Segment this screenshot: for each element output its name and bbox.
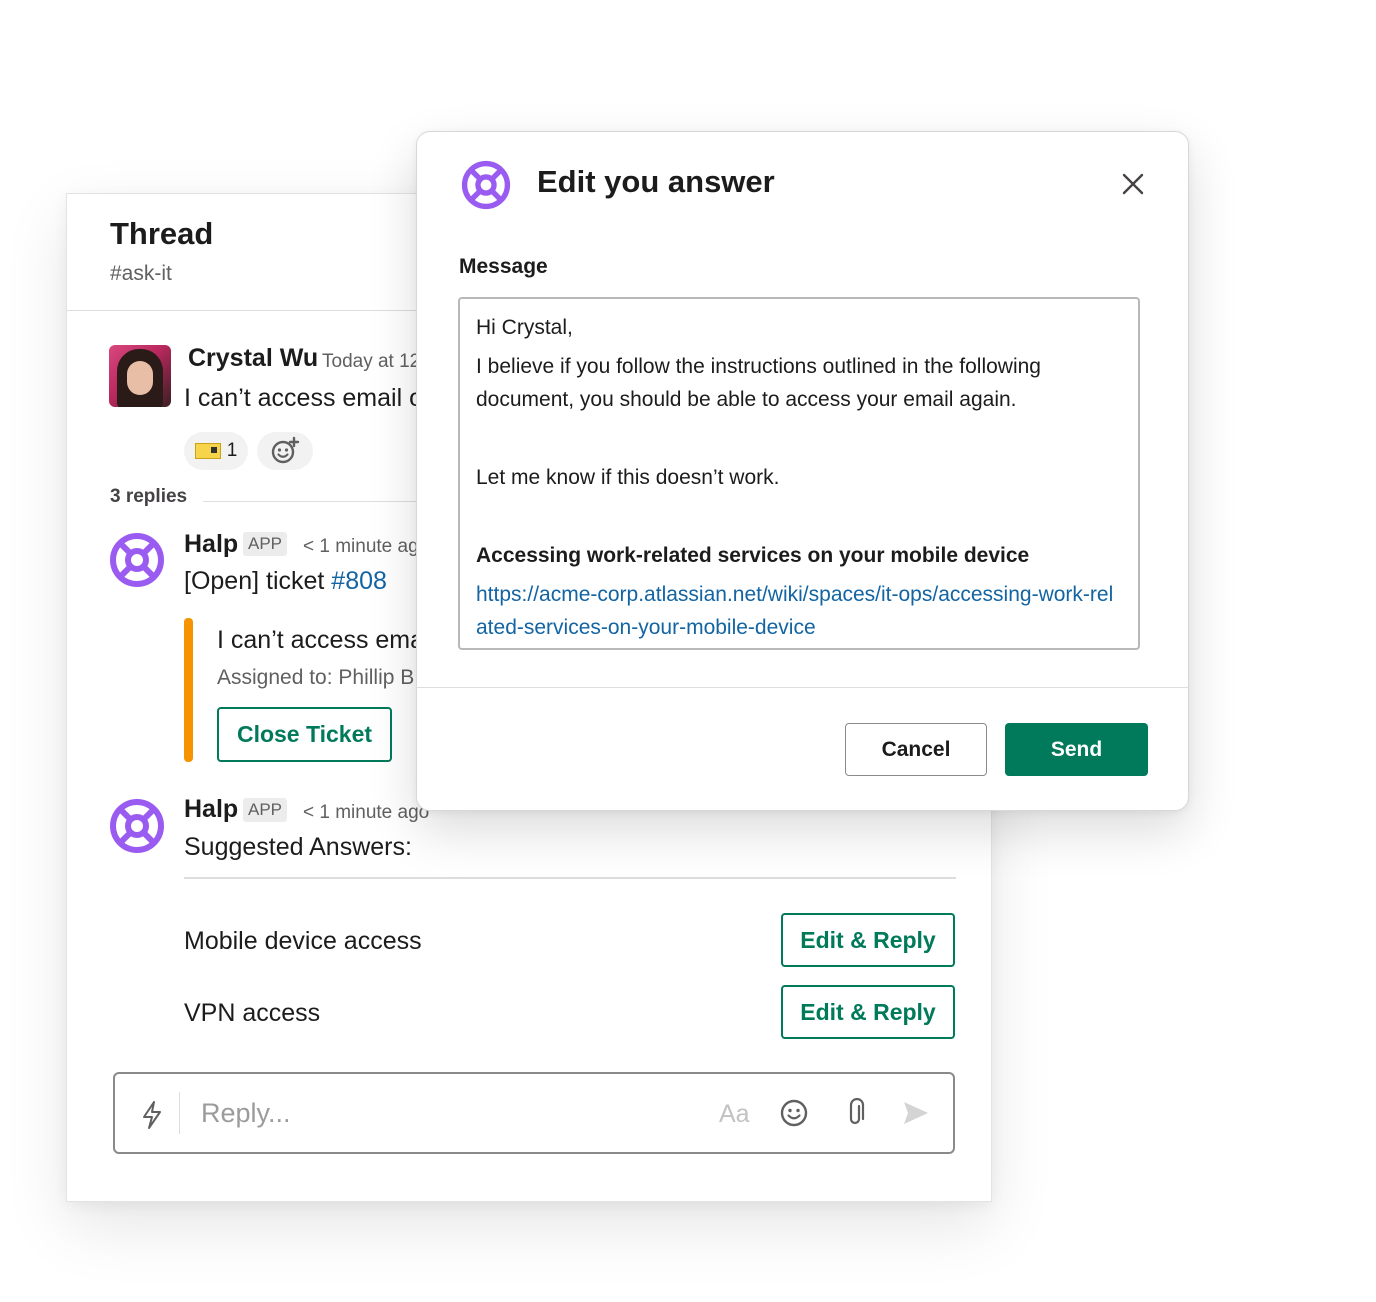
ticket-assignee: Assigned to: Phillip B: [217, 666, 415, 689]
message-textarea[interactable]: Hi Crystal, I believe if you follow the …: [458, 297, 1140, 650]
add-reaction-icon: [271, 436, 300, 464]
document-link[interactable]: https://acme-corp.atlassian.net/wiki/spa…: [476, 578, 1122, 644]
suggested-answers-heading: Suggested Answers:: [184, 833, 412, 861]
message-greeting: Hi Crystal,: [476, 316, 573, 339]
modal-footer-divider: [417, 687, 1188, 688]
edit-answer-modal: Edit you answer Message Hi Crystal, I be…: [416, 131, 1189, 811]
sticker-emoji-icon: [194, 443, 221, 459]
reply-composer[interactable]: Reply... Aa: [113, 1072, 955, 1154]
message-followup: Let me know if this doesn’t work.: [476, 466, 780, 489]
suggestions-divider: [184, 877, 956, 879]
reply-input[interactable]: Reply...: [201, 1098, 291, 1129]
message-label: Message: [459, 255, 548, 278]
avatar[interactable]: [109, 345, 171, 407]
composer-separator: [179, 1092, 180, 1134]
suggestion-label: VPN access: [184, 999, 321, 1027]
format-toggle[interactable]: Aa: [719, 1100, 750, 1129]
close-icon[interactable]: [1117, 168, 1149, 200]
message-timestamp[interactable]: Today at 12: [322, 351, 420, 373]
edit-reply-button[interactable]: Edit & Reply: [781, 913, 955, 967]
reply-text: [Open] ticket #808: [184, 567, 387, 596]
reply-timestamp[interactable]: < 1 minute ago: [303, 802, 429, 824]
cancel-button[interactable]: Cancel: [845, 723, 987, 776]
halp-logo-icon: [461, 160, 511, 210]
reaction-count: 1: [226, 440, 238, 461]
emoji-icon[interactable]: [779, 1098, 809, 1128]
send-icon[interactable]: [901, 1098, 931, 1128]
thread-channel[interactable]: #ask-it: [110, 262, 172, 286]
halp-logo-icon[interactable]: [109, 532, 165, 588]
modal-title: Edit you answer: [537, 164, 775, 199]
edit-reply-button[interactable]: Edit & Reply: [781, 985, 955, 1039]
reaction-pill[interactable]: 1: [184, 432, 248, 470]
ticket-status-bar: [184, 618, 193, 762]
suggestion-label: Mobile device access: [184, 927, 422, 955]
reply-text-prefix: [Open] ticket: [184, 567, 332, 595]
reply-timestamp[interactable]: < 1 minute ag: [303, 536, 419, 558]
reply-author[interactable]: Halp: [184, 795, 238, 824]
message-body: I believe if you follow the instructions…: [476, 355, 1041, 411]
send-button[interactable]: Send: [1005, 723, 1148, 776]
lightning-icon[interactable]: [139, 1100, 165, 1130]
close-ticket-button[interactable]: Close Ticket: [217, 707, 392, 762]
attachment-icon[interactable]: [843, 1098, 867, 1128]
app-badge: APP: [243, 798, 288, 822]
app-badge: APP: [243, 532, 288, 556]
message-author[interactable]: Crystal Wu: [188, 344, 318, 373]
thread-title: Thread: [110, 216, 214, 251]
ticket-title: I can’t access ema: [217, 626, 425, 654]
halp-logo-icon[interactable]: [109, 798, 165, 854]
replies-count: 3 replies: [110, 486, 188, 507]
document-title: Accessing work-related services on your …: [476, 544, 1030, 567]
ticket-link[interactable]: #808: [331, 567, 387, 595]
message-text: I can’t access email o: [184, 384, 423, 412]
reply-author[interactable]: Halp: [184, 530, 238, 559]
add-reaction-button[interactable]: [257, 432, 313, 470]
